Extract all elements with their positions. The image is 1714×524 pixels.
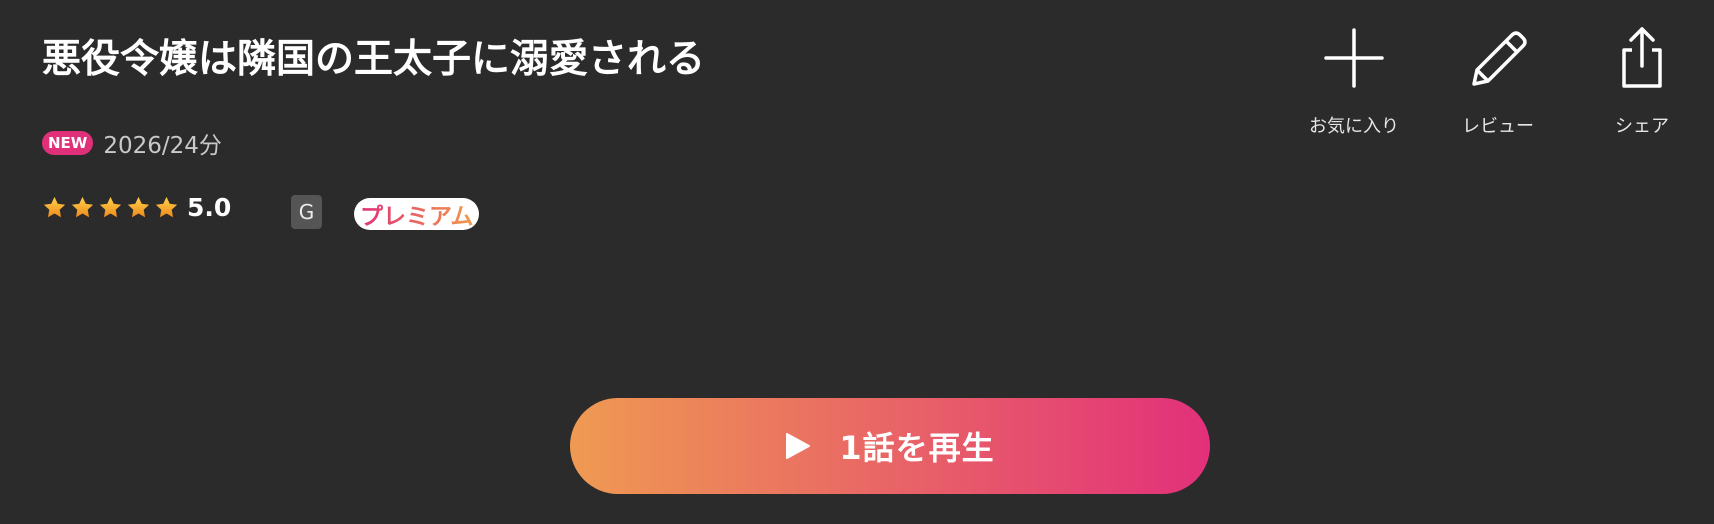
play-episode-button[interactable]: 1話を再生 [570,398,1210,494]
star-icon [43,196,66,218]
favorite-button[interactable]: お気に入り [1294,26,1414,138]
grade-badge: G [291,195,322,229]
rating-stars [42,195,179,220]
share-icon [1622,27,1662,88]
rating-row: 5.0 [42,193,231,222]
play-button-label: 1話を再生 [839,429,995,467]
year-duration: 2026/24分 [103,133,222,159]
page-title: 悪役令嬢は隣国の王太子に溺愛される [42,37,706,82]
review-label: レビュー [1462,116,1534,137]
meta-row: NEW 2026/24分 [42,126,222,160]
favorite-label: お気に入り [1309,116,1399,137]
plus-icon [1324,28,1384,88]
play-icon [786,433,811,459]
review-button[interactable]: レビュー [1438,26,1558,138]
premium-badge: プレミアム [354,197,480,231]
share-label: シェア [1615,116,1669,137]
star-icon [71,196,94,218]
premium-label: プレミアム [360,197,473,231]
pencil-icon [1472,31,1527,86]
rating-value: 5.0 [187,193,232,222]
star-icon [155,196,178,218]
share-button[interactable]: シェア [1582,26,1702,138]
new-badge: NEW [42,131,94,155]
star-icon [99,196,122,218]
star-icon [127,196,150,218]
